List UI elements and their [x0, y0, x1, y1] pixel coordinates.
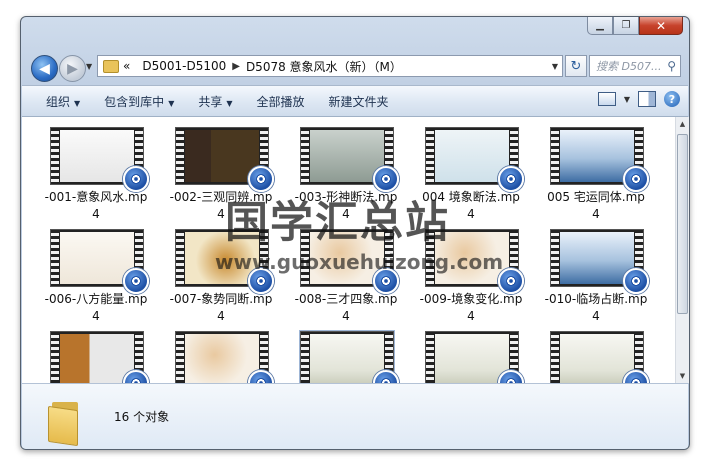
file-item[interactable]: -010-临场占断.mp4	[544, 225, 649, 325]
item-count: 16 个对象	[114, 410, 170, 424]
video-thumbnail	[550, 229, 649, 294]
file-item[interactable]: -001-意象风水.mp4	[44, 123, 149, 223]
video-thumbnail	[50, 331, 149, 383]
file-name: 005 宅运同体.mp4	[547, 190, 645, 221]
file-name: -006-八方能量.mp4	[44, 292, 148, 323]
vertical-scrollbar[interactable]: ▲ ▼	[675, 117, 689, 383]
video-thumbnail	[50, 229, 149, 294]
media-player-icon	[623, 370, 649, 383]
close-button[interactable]: ✕	[639, 17, 683, 35]
video-thumbnail	[550, 331, 649, 383]
video-thumbnail	[550, 127, 649, 192]
address-dropdown[interactable]: ▼	[548, 62, 562, 71]
file-item[interactable]	[169, 327, 274, 383]
media-player-icon	[123, 370, 149, 383]
caption-buttons: ▁ ❐ ✕	[587, 17, 683, 35]
maximize-button[interactable]: ❐	[613, 17, 639, 35]
details-pane: 16 个对象	[22, 383, 688, 449]
video-thumbnail	[299, 330, 399, 383]
file-item[interactable]	[294, 327, 399, 383]
file-item[interactable]: 005 宅运同体.mp4	[544, 123, 649, 223]
breadcrumb-item[interactable]: D5078 意象风水（新）（M）	[246, 58, 402, 75]
folder-icon	[103, 59, 119, 73]
video-thumbnail	[300, 127, 399, 192]
media-player-icon	[373, 370, 399, 383]
watermark-chinese: 国学汇总站	[225, 198, 450, 248]
help-icon[interactable]: ?	[664, 91, 680, 107]
video-thumbnail	[425, 331, 524, 383]
file-name: -010-临场占断.mp4	[544, 292, 648, 323]
search-placeholder: 搜索 D507...	[596, 60, 662, 73]
forward-button[interactable]: ▶	[59, 55, 86, 82]
scroll-thumb[interactable]	[677, 134, 688, 314]
address-bar[interactable]: « D5001-D5100 ▶ D5078 意象风水（新）（M） ▼	[97, 55, 563, 77]
scroll-down-icon[interactable]: ▼	[677, 369, 688, 383]
include-in-library-menu[interactable]: 包含到库中 ▼	[104, 93, 174, 110]
breadcrumb-item[interactable]: D5001-D5100	[142, 59, 226, 73]
command-bar: 组织 ▼ 包含到库中 ▼ 共享 ▼ 全部播放 新建文件夹 ▼ ?	[22, 85, 688, 117]
search-input[interactable]: 搜索 D507... ⚲	[589, 55, 681, 77]
breadcrumb-separator-icon[interactable]: ▶	[232, 61, 240, 72]
organize-menu[interactable]: 组织 ▼	[46, 93, 80, 110]
file-item[interactable]: -006-八方能量.mp4	[44, 225, 149, 325]
scroll-up-icon[interactable]: ▲	[677, 117, 688, 131]
change-view-icon[interactable]	[597, 92, 616, 106]
video-thumbnail	[425, 127, 524, 192]
file-name: -008-三才四象.mp4	[294, 292, 398, 323]
play-all-button[interactable]: 全部播放	[257, 93, 305, 110]
media-player-icon	[248, 370, 274, 383]
back-button[interactable]: ◀	[31, 55, 58, 82]
search-icon[interactable]: ⚲	[667, 59, 676, 73]
file-name: -007-象势同断.mp4	[169, 292, 273, 323]
file-item[interactable]	[419, 327, 524, 383]
back-arrow-icon: ◀	[39, 60, 50, 77]
minimize-button[interactable]: ▁	[587, 17, 613, 35]
video-thumbnail	[175, 331, 274, 383]
folder-icon	[48, 402, 80, 447]
file-item[interactable]	[544, 327, 649, 383]
breadcrumb-overflow[interactable]: «	[123, 59, 130, 73]
file-name: -001-意象风水.mp4	[44, 190, 148, 221]
share-menu[interactable]: 共享 ▼	[198, 93, 232, 110]
file-item[interactable]	[44, 327, 149, 383]
video-thumbnail	[50, 127, 149, 192]
view-dropdown[interactable]: ▼	[624, 95, 630, 104]
watermark-url: www.guoxuehuizong.com	[215, 250, 504, 274]
refresh-button[interactable]: ↻	[565, 55, 587, 77]
forward-arrow-icon: ▶	[67, 60, 78, 77]
refresh-icon: ↻	[570, 58, 582, 74]
media-player-icon	[498, 370, 524, 383]
new-folder-button[interactable]: 新建文件夹	[329, 93, 389, 110]
video-thumbnail	[175, 127, 274, 192]
preview-pane-icon[interactable]	[638, 91, 656, 107]
file-name: -009-境象变化.mp4	[419, 292, 523, 323]
recent-pages-dropdown[interactable]: ▼	[86, 62, 92, 71]
